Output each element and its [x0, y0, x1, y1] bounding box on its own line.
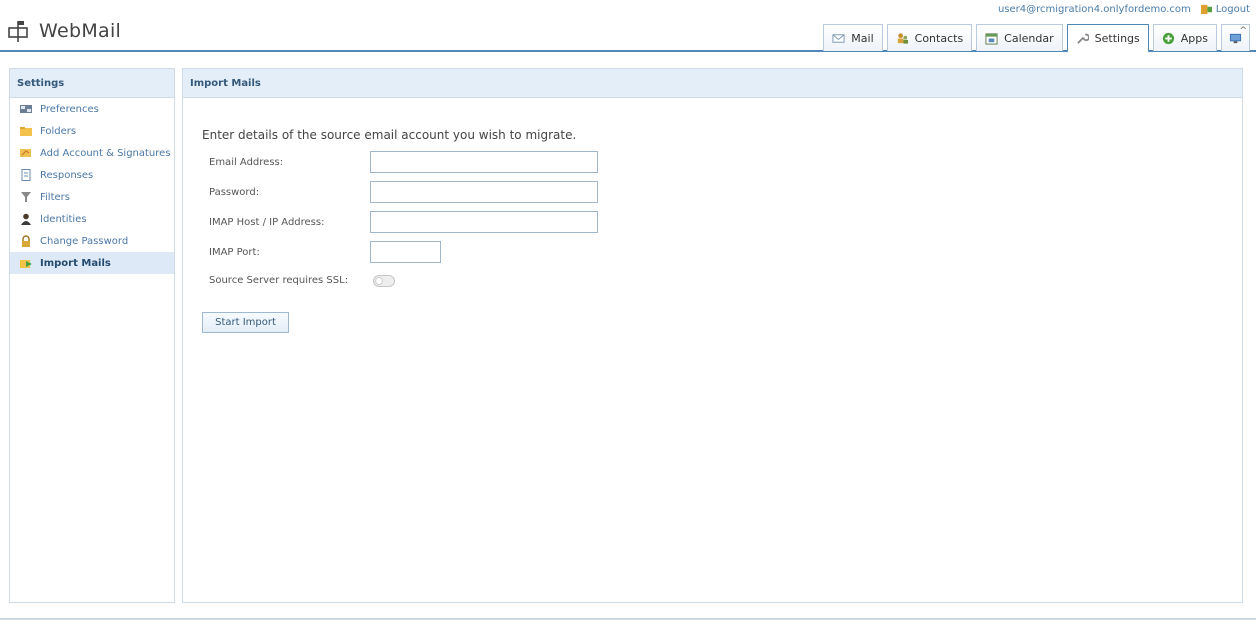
- password-field[interactable]: [370, 181, 598, 203]
- sidebar-title: Settings: [10, 69, 174, 98]
- preferences-icon: [20, 105, 32, 113]
- mailbox-logo-icon: [8, 21, 28, 42]
- signature-icon: [20, 149, 31, 157]
- logout-icon: [1200, 4, 1212, 15]
- tab-calendar-label: Calendar: [1004, 31, 1054, 45]
- ssl-toggle-knob: [375, 277, 383, 285]
- sidebar-item-label: Change Password: [40, 235, 129, 247]
- sidebar-item-responses[interactable]: Responses: [10, 164, 174, 186]
- sidebar-item-label: Preferences: [40, 103, 99, 115]
- wrench-icon: [1076, 33, 1089, 44]
- sidebar-item-add-account-signatures[interactable]: Add Account & Signatures: [10, 142, 174, 164]
- start-import-button[interactable]: Start Import: [202, 312, 289, 333]
- collapse-header-icon[interactable]: ^: [1239, 26, 1247, 36]
- user-bar: user4@rcmigration4.onlyfordemo.com Logou…: [998, 4, 1250, 15]
- logout-label: Logout: [1215, 4, 1250, 15]
- user-email[interactable]: user4@rcmigration4.onlyfordemo.com: [998, 4, 1191, 15]
- ssl-toggle[interactable]: [373, 275, 395, 287]
- tab-contacts[interactable]: Contacts: [886, 24, 973, 51]
- imap-port-label: IMAP Port:: [209, 247, 260, 258]
- panel-title: Import Mails: [183, 69, 1242, 98]
- sidebar-item-label: Import Mails: [40, 257, 111, 269]
- intro-text: Enter details of the source email accoun…: [202, 128, 577, 142]
- sidebar-item-import-mails[interactable]: Import Mails: [10, 252, 174, 274]
- plus-circle-icon: [1162, 32, 1174, 44]
- bottom-divider: [0, 618, 1256, 620]
- settings-sidebar: Settings Preferences Folders Add Account…: [9, 68, 175, 603]
- folder-icon: [20, 127, 32, 136]
- tab-calendar[interactable]: Calendar: [976, 24, 1063, 51]
- sidebar-item-change-password[interactable]: Change Password: [10, 230, 174, 252]
- sidebar-item-folders[interactable]: Folders: [10, 120, 174, 142]
- tab-contacts-label: Contacts: [914, 31, 964, 45]
- app-title: WebMail: [39, 20, 122, 42]
- tab-settings[interactable]: Settings: [1066, 24, 1149, 53]
- logout-link[interactable]: Logout: [1200, 4, 1250, 15]
- import-icon: [20, 260, 32, 268]
- tab-mail-label: Mail: [851, 31, 874, 45]
- sidebar-item-label: Add Account & Signatures: [40, 147, 171, 159]
- imap-port-field[interactable]: [370, 241, 441, 263]
- sidebar-item-label: Folders: [40, 125, 77, 137]
- email-field[interactable]: [370, 151, 598, 173]
- sidebar-item-identities[interactable]: Identities: [10, 208, 174, 230]
- settings-nav: Preferences Folders Add Account & Signat…: [10, 98, 174, 274]
- password-label: Password:: [209, 187, 260, 198]
- document-icon: [21, 169, 31, 181]
- sidebar-item-preferences[interactable]: Preferences: [10, 98, 174, 120]
- email-label: Email Address:: [209, 157, 284, 168]
- tab-apps-label: Apps: [1180, 31, 1208, 45]
- contacts-icon: [897, 32, 908, 44]
- sidebar-item-label: Filters: [40, 191, 70, 203]
- ssl-label: Source Server requires SSL:: [209, 275, 349, 286]
- sidebar-item-label: Identities: [40, 213, 87, 225]
- sidebar-item-label: Responses: [40, 169, 94, 181]
- tab-mail[interactable]: Mail: [823, 24, 883, 51]
- sidebar-item-filters[interactable]: Filters: [10, 186, 174, 208]
- lock-icon: [22, 235, 30, 247]
- main-tabs: Mail Contacts Calendar Settings Apps: [819, 24, 1250, 53]
- app-logo[interactable]: WebMail: [7, 20, 121, 42]
- webmail-app: WebMail user4@rcmigration4.onlyfordemo.c…: [0, 0, 1256, 624]
- imap-host-label: IMAP Host / IP Address:: [209, 217, 325, 228]
- import-mails-panel: Import Mails Enter details of the source…: [182, 68, 1243, 603]
- imap-host-field[interactable]: [370, 211, 598, 233]
- calendar-icon: [985, 32, 998, 45]
- tab-settings-label: Settings: [1094, 31, 1140, 45]
- envelope-icon: [832, 33, 845, 43]
- person-icon: [21, 213, 31, 225]
- tab-apps[interactable]: Apps: [1152, 24, 1217, 51]
- filter-icon: [21, 192, 31, 202]
- top-header: WebMail user4@rcmigration4.onlyfordemo.c…: [0, 0, 1256, 53]
